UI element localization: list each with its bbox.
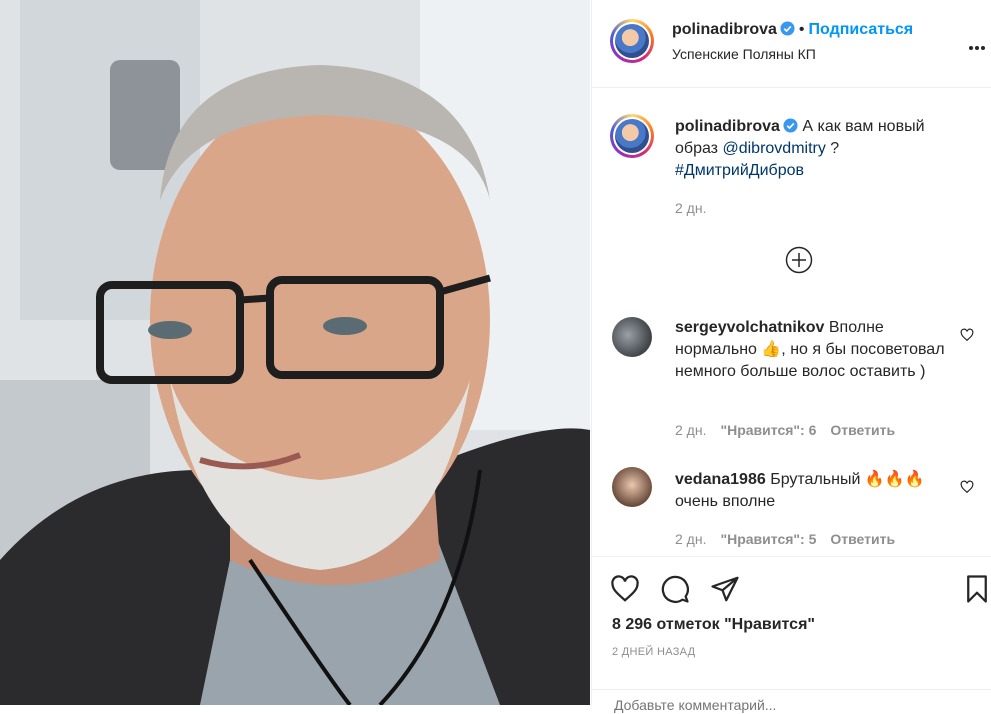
more-options-icon[interactable] bbox=[968, 31, 986, 57]
caption-avatar[interactable] bbox=[610, 114, 654, 158]
reply-button[interactable]: Ответить bbox=[830, 531, 895, 547]
portrait-illustration bbox=[0, 0, 590, 705]
add-comment-bar bbox=[592, 689, 991, 714]
comment-item: vedana1986 Брутальный 🔥🔥🔥 очень вполне bbox=[675, 469, 945, 513]
comment-username[interactable]: vedana1986 bbox=[675, 471, 766, 488]
post-actions-bar: 8 296 отметок "Нравится" 2 ДНЕЙ НАЗАД bbox=[592, 556, 991, 714]
load-more-comments-icon[interactable] bbox=[785, 246, 813, 274]
comment-avatar[interactable] bbox=[612, 467, 652, 507]
comment-timestamp[interactable]: 2 дн. bbox=[675, 422, 706, 438]
post-date[interactable]: 2 ДНЕЙ НАЗАД bbox=[612, 646, 695, 658]
hashtag-link[interactable]: #ДмитрийДибров bbox=[675, 162, 804, 179]
likes-count[interactable]: 8 296 отметок "Нравится" bbox=[612, 616, 815, 634]
post-side-panel: polinadibrova • Подписаться Успенские Поля… bbox=[591, 0, 991, 714]
reply-button[interactable]: Ответить bbox=[830, 422, 895, 438]
separator-dot: • bbox=[798, 21, 805, 38]
like-comment-heart-icon[interactable] bbox=[960, 328, 974, 342]
caption-username[interactable]: polinadibrova bbox=[675, 118, 780, 135]
mention-link[interactable]: @dibrovdmitry bbox=[722, 140, 825, 157]
comment-meta: 2 дн. "Нравится": 5 Ответить bbox=[675, 531, 895, 547]
bookmark-save-icon[interactable] bbox=[962, 574, 991, 604]
follow-button[interactable]: Подписаться bbox=[809, 21, 914, 38]
comment-meta: 2 дн. "Нравится": 6 Ответить bbox=[675, 422, 895, 438]
comment-bubble-icon[interactable] bbox=[660, 574, 690, 604]
post-photo[interactable] bbox=[0, 0, 590, 705]
verified-badge-icon bbox=[780, 21, 795, 36]
comment-item: sergeyvolchatnikov Вполне нормально 👍, н… bbox=[675, 317, 945, 383]
like-comment-heart-icon[interactable] bbox=[960, 480, 974, 494]
like-heart-icon[interactable] bbox=[610, 574, 640, 604]
verified-badge-icon bbox=[783, 118, 798, 133]
location-link[interactable]: Успенские Поляны КП bbox=[672, 46, 816, 62]
comment-avatar[interactable] bbox=[612, 317, 652, 357]
caption-text-end: ? bbox=[825, 140, 840, 157]
comment-likes[interactable]: "Нравится": 5 bbox=[720, 531, 816, 547]
post-caption: polinadibrova А как вам новый образ @dib… bbox=[675, 116, 965, 182]
add-comment-input[interactable] bbox=[612, 696, 956, 714]
share-paper-plane-icon[interactable] bbox=[710, 574, 740, 604]
post-header: polinadibrova • Подписаться Успенские Поля… bbox=[592, 0, 991, 88]
author-username[interactable]: polinadibrova bbox=[672, 21, 777, 38]
caption-timestamp[interactable]: 2 дн. bbox=[675, 200, 706, 216]
comment-likes[interactable]: "Нравится": 6 bbox=[720, 422, 816, 438]
comment-timestamp[interactable]: 2 дн. bbox=[675, 531, 706, 547]
comment-username[interactable]: sergeyvolchatnikov bbox=[675, 319, 824, 336]
author-avatar[interactable] bbox=[610, 19, 654, 63]
